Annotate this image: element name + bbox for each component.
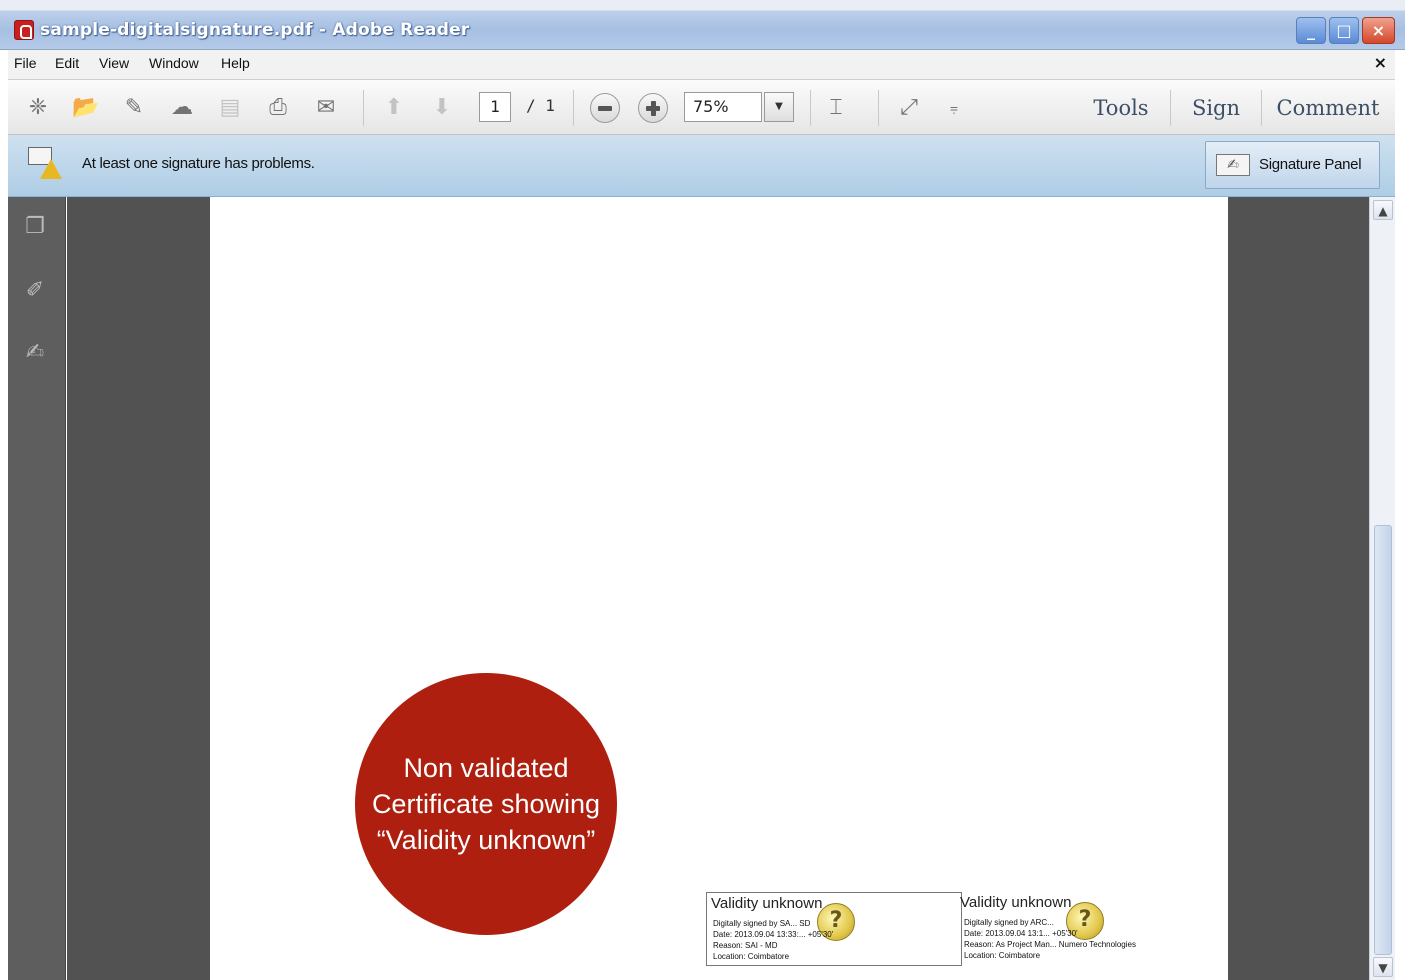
print-icon[interactable]: ⎙ <box>262 93 294 123</box>
signature-validity-status: Validity unknown <box>960 894 1072 911</box>
menu-edit[interactable]: Edit <box>55 55 79 71</box>
toolbar-separator <box>1261 90 1262 126</box>
toolbar-separator <box>573 90 574 126</box>
signature-reason: Reason: As Project Man... Numero Technol… <box>964 940 1136 949</box>
save-icon[interactable]: ▤ <box>214 93 246 123</box>
maximize-button[interactable]: □ <box>1329 17 1359 44</box>
page-total: / 1 <box>526 96 555 115</box>
annotation-callout: Non validated Certificate showing “Valid… <box>355 673 617 935</box>
minimize-button[interactable]: _ <box>1296 17 1326 44</box>
scrollbar-thumb[interactable] <box>1374 525 1392 955</box>
pdf-page <box>210 197 1228 980</box>
toolbar: ❈ 📂 ✎ ☁ ▤ ⎙ ✉ ⬆ ⬇ 1 / 1 75% ▼ ⌶ ⤢ ⩦ Tool… <box>8 80 1395 135</box>
create-icon[interactable]: ❈ <box>22 93 54 123</box>
signature-warning-icon <box>28 147 62 181</box>
signature-location: Location: Coimbatore <box>713 952 790 961</box>
menu-bar: File Edit View Window Help × <box>8 50 1395 80</box>
toolbar-separator <box>878 90 879 126</box>
menu-view[interactable]: View <box>99 55 129 71</box>
window-title: sample-digitalsignature.pdf - Adobe Read… <box>40 20 470 40</box>
minus-icon <box>598 106 612 111</box>
fit-page-icon[interactable]: ⌶ <box>820 93 852 123</box>
attachments-icon[interactable]: ✐ <box>20 275 50 307</box>
next-page-icon[interactable]: ⬇ <box>426 93 458 123</box>
close-document-button[interactable]: × <box>1374 53 1387 72</box>
adobe-reader-icon <box>14 20 34 40</box>
signature-validity-status: Validity unknown <box>711 895 823 912</box>
menu-window[interactable]: Window <box>149 55 199 71</box>
menu-help[interactable]: Help <box>221 55 250 71</box>
page-number-input[interactable]: 1 <box>479 92 511 122</box>
annotation-text: Non validated Certificate showing “Valid… <box>371 753 601 855</box>
more-icon[interactable]: ⩦ <box>938 93 970 123</box>
signature-signed-by: Digitally signed by ARC... <box>964 918 1054 927</box>
zoom-dropdown-button[interactable]: ▼ <box>764 92 794 122</box>
open-icon[interactable]: 📂 <box>70 93 102 123</box>
email-icon[interactable]: ✉ <box>310 93 342 123</box>
signature-date: Date: 2013.09.04 13:33:... +05'30' <box>713 930 834 939</box>
signature-field[interactable]: Validity unknown Digitally signed by ARC… <box>960 892 1202 966</box>
upload-icon[interactable]: ☁ <box>166 93 198 123</box>
signature-reason: Reason: SAI - MD <box>713 941 778 950</box>
prev-page-icon[interactable]: ⬆ <box>378 93 410 123</box>
warning-triangle-icon <box>40 159 62 179</box>
scroll-up-icon[interactable]: ▲ <box>1373 200 1393 220</box>
tab-tools[interactable]: Tools <box>1076 90 1166 126</box>
fullscreen-icon[interactable]: ⤢ <box>893 93 925 123</box>
vertical-scrollbar[interactable]: ▲ ▼ <box>1369 197 1395 980</box>
zoom-input[interactable]: 75% <box>684 92 762 122</box>
scroll-down-icon[interactable]: ▼ <box>1373 957 1393 977</box>
signature-date: Date: 2013.09.04 13:1... +05'30' <box>964 929 1078 938</box>
plus-icon-vertical <box>651 101 656 116</box>
close-window-button[interactable]: × <box>1362 17 1395 44</box>
navigation-pane: ❐ ✐ ✍ <box>8 197 66 980</box>
signature-signed-by: Digitally signed by SA... SD <box>713 919 811 928</box>
signature-message-bar: At least one signature has problems. ✍ S… <box>8 135 1395 197</box>
signature-field[interactable]: Validity unknown Digitally signed by SA.… <box>706 892 962 966</box>
toolbar-separator <box>1170 90 1171 126</box>
window-titlebar: sample-digitalsignature.pdf - Adobe Read… <box>0 0 1405 50</box>
signature-panel-button[interactable]: ✍ Signature Panel <box>1205 141 1380 189</box>
menu-file[interactable]: File <box>14 55 37 71</box>
toolbar-separator <box>810 90 811 126</box>
signature-status-message: At least one signature has problems. <box>82 155 315 172</box>
tab-comment[interactable]: Comment <box>1266 90 1390 126</box>
signatures-icon[interactable]: ✍ <box>20 337 50 369</box>
signature-panel-label: Signature Panel <box>1259 156 1362 173</box>
page-thumbnails-icon[interactable]: ❐ <box>20 211 50 243</box>
tab-sign[interactable]: Sign <box>1174 90 1258 126</box>
signature-location: Location: Coimbatore <box>964 951 1041 960</box>
signature-icon: ✍ <box>1216 154 1250 176</box>
zoom-in-button[interactable] <box>638 93 668 123</box>
zoom-out-button[interactable] <box>590 93 620 123</box>
edit-icon[interactable]: ✎ <box>118 93 150 123</box>
toolbar-separator <box>363 90 364 126</box>
